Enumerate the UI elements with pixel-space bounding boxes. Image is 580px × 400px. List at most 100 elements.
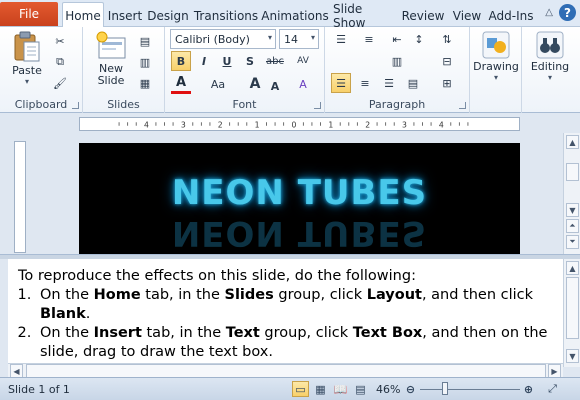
chevron-down-icon: ▾ — [310, 33, 315, 42]
slide-vertical-scrollbar[interactable]: ▲ ▼ ⏶ ⏷ — [563, 133, 580, 254]
align-left-icon[interactable]: ☰ — [331, 73, 351, 93]
notes-pane[interactable]: To reproduce the effects on this slide, … — [8, 259, 563, 367]
scroll-up-icon[interactable]: ▲ — [566, 135, 579, 149]
font-launcher-icon[interactable] — [314, 102, 321, 109]
smartart-icon[interactable]: ⊞ — [437, 73, 457, 93]
paste-icon — [14, 31, 40, 62]
slide-canvas[interactable]: NEON TUBES NEON TUBES — [79, 143, 520, 254]
decrease-indent-icon[interactable]: ⇤ — [387, 29, 407, 49]
next-slide-icon[interactable]: ⏷ — [566, 235, 579, 249]
text-direction-icon[interactable]: ⇅ — [437, 29, 457, 49]
chevron-down-icon: ▾ — [267, 33, 272, 42]
shapes-icon — [482, 31, 510, 59]
notes-intro: To reproduce the effects on this slide, … — [18, 268, 416, 284]
previous-slide-icon[interactable]: ⏶ — [566, 219, 579, 233]
tab-slide-show[interactable]: Slide Show — [333, 2, 397, 30]
tab-home[interactable]: Home — [62, 2, 104, 28]
strikethrough-button[interactable]: abc — [263, 51, 287, 71]
paste-button[interactable]: Paste ▾ — [7, 30, 47, 86]
new-slide-button[interactable]: New Slide — [89, 30, 133, 87]
tab-design[interactable]: Design — [147, 4, 189, 27]
editing-dropdown-icon[interactable]: ▾ — [548, 73, 552, 82]
notes-scroll-up-icon[interactable]: ▲ — [566, 261, 579, 275]
notes-step-1: On the Home tab, in the Slides group, cl… — [36, 286, 553, 324]
clipboard-launcher-icon[interactable] — [72, 102, 79, 109]
normal-view-icon[interactable]: ▭ — [292, 381, 309, 397]
tab-view[interactable]: View — [450, 4, 484, 27]
tab-file[interactable]: File — [0, 2, 58, 26]
paste-dropdown-icon[interactable]: ▾ — [25, 77, 29, 86]
notes-scroll-right-icon[interactable]: ▶ — [548, 364, 561, 378]
horizontal-ruler[interactable]: 4 3 2 1 0 1 2 3 4 — [79, 117, 520, 131]
justify-icon[interactable]: ▤ — [403, 73, 423, 93]
notes-step-2: On the Insert tab, in the Text group, cl… — [36, 324, 553, 362]
minimize-ribbon-icon[interactable]: △ — [545, 7, 553, 18]
slide-show-view-icon[interactable]: ▤ — [352, 381, 369, 397]
font-color-button[interactable]: A — [171, 74, 191, 94]
copy-icon[interactable]: ⧉ — [50, 52, 70, 72]
notes-vertical-scrollbar[interactable]: ▲ ▼ — [563, 259, 580, 367]
drawing-dropdown-icon[interactable]: ▾ — [494, 73, 498, 82]
font-group: Calibri (Body) ▾ 14 ▾ B I U S abc AV A A… — [165, 27, 325, 113]
cut-icon[interactable]: ✂ — [50, 31, 70, 51]
italic-button[interactable]: I — [194, 51, 214, 71]
slide-sorter-view-icon[interactable]: ▦ — [312, 381, 329, 397]
new-slide-label: New Slide — [97, 62, 125, 87]
underline-button[interactable]: U — [217, 51, 237, 71]
font-size-select[interactable]: 14 ▾ — [279, 29, 319, 49]
editing-button[interactable]: Editing ▾ — [526, 30, 574, 82]
font-name-select[interactable]: Calibri (Body) ▾ — [170, 29, 276, 49]
editing-group: Editing ▾ — [522, 27, 580, 113]
zoom-slider-thumb[interactable] — [442, 382, 448, 395]
bullets-icon[interactable]: ☰ — [331, 29, 351, 49]
shadow-button[interactable]: S — [240, 51, 260, 71]
clipboard-group: Paste ▾ ✂ ⧉ 🖌 Clipboard — [0, 27, 83, 113]
editing-label: Editing — [530, 60, 570, 73]
format-painter-icon[interactable]: 🖌 — [50, 73, 70, 93]
paste-label: Paste — [12, 64, 42, 77]
slide-editing-pane: NEON TUBES NEON TUBES — [0, 133, 580, 254]
align-right-icon[interactable]: ☰ — [379, 73, 399, 93]
columns-icon[interactable]: ▥ — [387, 51, 407, 71]
tab-review[interactable]: Review — [401, 4, 445, 27]
grow-font-button[interactable]: A — [245, 74, 265, 94]
numbering-icon[interactable]: ≡ — [359, 29, 379, 49]
notes-scroll-down-icon[interactable]: ▼ — [566, 349, 579, 363]
drawing-button[interactable]: Drawing ▾ — [473, 30, 519, 82]
svg-text:2: 2 — [218, 120, 223, 129]
reading-view-icon[interactable]: 📖 — [332, 381, 349, 397]
slides-group-label: Slides — [107, 98, 140, 111]
layout-icon[interactable]: ▤ — [135, 31, 155, 51]
fit-to-window-icon[interactable]: ⤢ — [544, 381, 561, 397]
line-spacing-icon[interactable]: ↕ — [409, 29, 429, 49]
tab-transitions[interactable]: Transitions — [194, 4, 258, 27]
notes-scroll-left-icon[interactable]: ◀ — [10, 364, 23, 378]
section-icon[interactable]: ▦ — [135, 73, 155, 93]
zoom-slider-track[interactable] — [420, 389, 520, 390]
zoom-level[interactable]: 46% — [376, 383, 400, 396]
clear-formatting-button[interactable]: A — [293, 74, 313, 94]
change-case-button[interactable]: Aa — [207, 74, 229, 94]
shrink-font-button[interactable]: A — [265, 76, 285, 96]
bold-button[interactable]: B — [171, 51, 191, 71]
align-text-icon[interactable]: ⊟ — [437, 51, 457, 71]
vertical-ruler[interactable] — [14, 141, 26, 253]
drawing-group: Drawing ▾ — [470, 27, 522, 113]
zoom-out-icon[interactable]: ⊖ — [402, 381, 419, 397]
scroll-thumb[interactable] — [566, 163, 579, 181]
scroll-down-icon[interactable]: ▼ — [566, 203, 579, 217]
reset-icon[interactable]: ▥ — [135, 52, 155, 72]
align-center-icon[interactable]: ≡ — [355, 73, 375, 93]
character-spacing-button[interactable]: AV — [291, 51, 315, 71]
notes-hscroll-thumb[interactable] — [26, 364, 546, 378]
tab-animations[interactable]: Animations — [261, 4, 328, 27]
notes-horizontal-scrollbar[interactable]: ◀ ▶ — [8, 363, 563, 378]
paragraph-launcher-icon[interactable] — [459, 102, 466, 109]
font-size-value: 14 — [284, 32, 298, 46]
tab-insert[interactable]: Insert — [106, 4, 144, 27]
tab-add-ins[interactable]: Add-Ins — [487, 4, 535, 27]
slide-title[interactable]: NEON TUBES — [79, 173, 520, 213]
help-icon[interactable]: ? — [559, 4, 576, 21]
zoom-in-icon[interactable]: ⊕ — [520, 381, 537, 397]
notes-scroll-thumb[interactable] — [566, 277, 579, 339]
